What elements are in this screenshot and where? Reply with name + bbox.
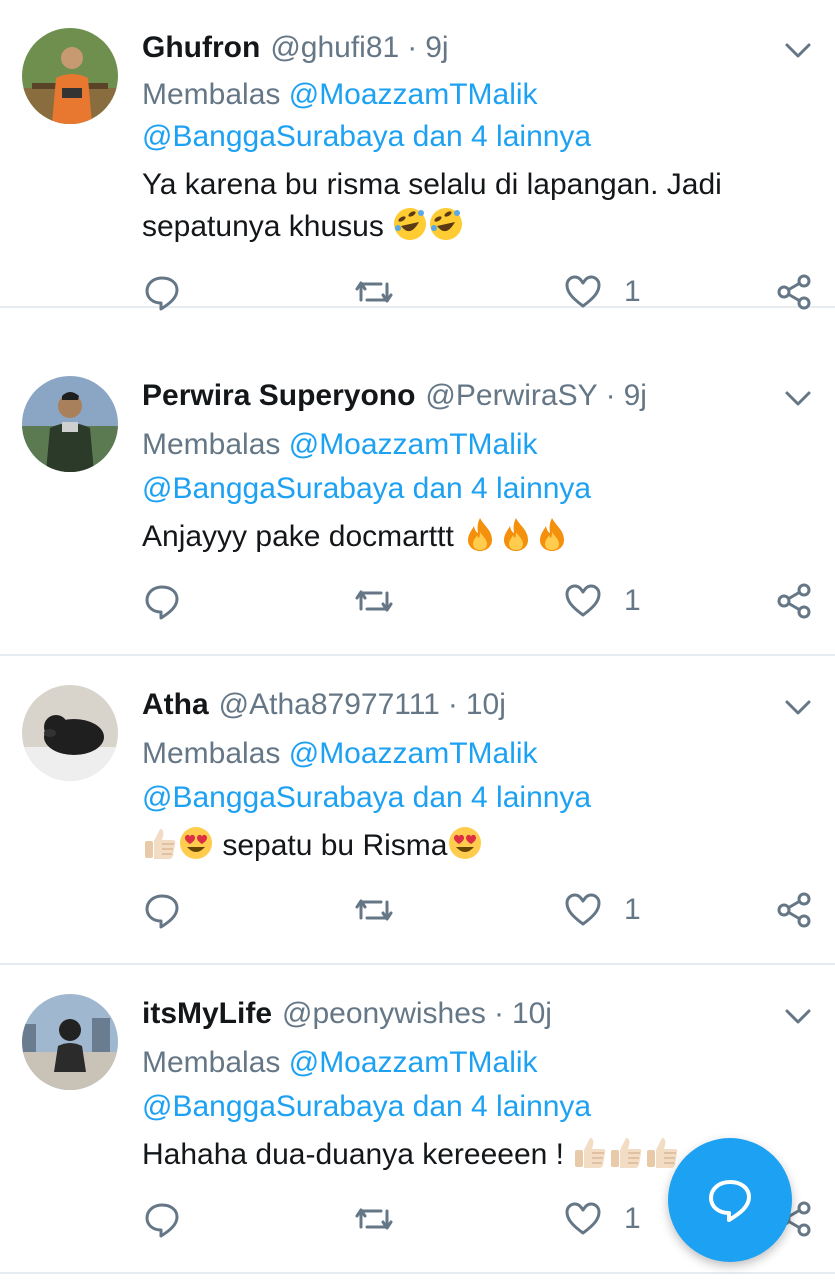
replying-to: Membalas @MoazzamTMalik [142,733,538,775]
timestamp[interactable]: 10j [466,688,506,721]
heart-icon[interactable] [564,1199,602,1239]
separator-dot: · [407,31,418,64]
tweet-actions: 1 [0,890,835,930]
user-handle[interactable]: @Atha87977111 [219,688,440,721]
separator-dot: · [605,379,616,412]
heart-eyes-emoji-icon [180,827,212,859]
share-icon[interactable] [776,581,812,621]
mention-others-link[interactable]: @BanggaSurabaya dan 4 lainnya [142,1090,591,1123]
tweet-text-line-1: Hahaha dua-duanya kereeeen ! [142,1138,564,1171]
display-name[interactable]: Ghufron [142,31,260,64]
tweet[interactable]: Ghufron @ghufi81 · 9j Membalas @MoazzamTMal… [0,0,835,311]
tweet-text: Anjayyy pake docmarttt [142,516,812,558]
retweet-icon[interactable] [354,1199,394,1239]
share-icon[interactable] [776,890,812,930]
reply-prefix: Membalas [142,737,281,770]
mention-link[interactable]: @MoazzamTMalik [289,428,538,461]
retweet-icon[interactable] [354,890,394,930]
mention-link[interactable]: @MoazzamTMalik [289,1046,538,1079]
reply-prefix: Membalas [142,78,281,111]
tweet-text-line-1: Anjayyy pake docmarttt [142,520,454,553]
timestamp[interactable]: 9j [425,31,448,64]
separator-dot: · [493,997,504,1030]
thumbs-up-emoji-icon [611,1138,642,1168]
thumbs-up-emoji-icon [647,1138,678,1168]
like-count: 1 [624,275,641,308]
user-handle[interactable]: @peonywishes [282,997,486,1030]
heart-eyes-emoji-icon [449,827,482,859]
tweet-header: itsMyLife @peonywishes · 10j [142,994,552,1034]
avatar[interactable] [22,28,118,124]
mention-link[interactable]: @MoazzamTMalik [289,737,538,770]
tweet-text-line: sepatunya khusus [142,206,812,248]
share-icon[interactable] [776,272,812,312]
replying-to-others: @BanggaSurabaya dan 4 lainnya [142,468,591,510]
tweet-header: Atha @Atha87977111 · 10j [142,685,506,725]
fire-emoji-icon [504,518,529,551]
replying-to-others: @BanggaSurabaya dan 4 lainnya [142,777,591,819]
replying-to: Membalas @MoazzamTMalik [142,74,538,116]
mention-others-link[interactable]: @BanggaSurabaya dan 4 lainnya [142,472,591,505]
display-name[interactable]: itsMyLife [142,997,272,1030]
display-name[interactable]: Atha [142,688,209,721]
like-count: 1 [624,1202,641,1235]
like-count: 1 [624,584,641,617]
reply-icon[interactable] [144,1199,180,1239]
compose-reply-icon [709,1180,751,1222]
user-handle[interactable]: @ghufi81 [270,31,399,64]
reply-prefix: Membalas [142,1046,281,1079]
replying-to: Membalas @MoazzamTMalik [142,1042,538,1084]
avatar[interactable] [22,376,118,472]
replying-to-others: @BanggaSurabaya dan 4 lainnya [142,1086,591,1128]
timestamp[interactable]: 9j [624,379,647,412]
compose-reply-button[interactable] [668,1138,792,1262]
reply-prefix: Membalas [142,428,281,461]
tweet-header: Perwira Superyono @PerwiraSY · 9j [142,376,647,416]
like-count: 1 [624,893,641,926]
tweet-actions: 1 [0,272,835,312]
chevron-down-icon[interactable] [782,1004,814,1028]
replying-to-others: @BanggaSurabaya dan 4 lainnya [142,116,591,158]
rofl-emoji-icon [394,208,427,240]
reply-icon[interactable] [144,890,180,930]
display-name[interactable]: Perwira Superyono [142,379,415,412]
timestamp[interactable]: 10j [512,997,552,1030]
thumbs-up-emoji-icon [575,1138,606,1168]
fire-emoji-icon [540,518,565,551]
tweet[interactable]: Perwira Superyono @PerwiraSY · 9j Membalas … [0,348,835,656]
heart-icon[interactable] [564,272,602,312]
tweet-text-line-2: sepatunya khusus [142,210,384,243]
user-handle[interactable]: @PerwiraSY [425,379,597,412]
replying-to: Membalas @MoazzamTMalik [142,424,538,466]
reply-icon[interactable] [144,581,180,621]
tweet-text-line: Anjayyy pake docmarttt [142,516,812,558]
tweet-text-line: Ya karena bu risma selalu di lapangan. J… [142,168,722,201]
thumbs-up-emoji-icon [145,829,176,859]
avatar[interactable] [22,994,118,1090]
mention-others-link[interactable]: @BanggaSurabaya dan 4 lainnya [142,781,591,814]
heart-icon[interactable] [564,890,602,930]
mention-others-link[interactable]: @BanggaSurabaya dan 4 lainnya [142,120,591,153]
mention-link[interactable]: @MoazzamTMalik [289,78,538,111]
tweet-text-line: sepatu bu Risma [142,825,812,867]
chevron-down-icon[interactable] [782,695,814,719]
tweet-text: sepatu bu Risma [142,825,812,867]
retweet-icon[interactable] [354,272,394,312]
chevron-down-icon[interactable] [782,38,814,62]
tweet[interactable]: Atha @Atha87977111 · 10j Membalas @MoazzamT… [0,657,835,965]
chevron-down-icon[interactable] [782,386,814,410]
reply-icon[interactable] [144,272,180,312]
tweet-header: Ghufron @ghufi81 · 9j [142,28,449,68]
tweet-text: Ya karena bu risma selalu di lapangan. J… [142,164,812,248]
avatar[interactable] [22,685,118,781]
fire-emoji-icon [468,518,493,551]
heart-icon[interactable] [564,581,602,621]
rofl-emoji-icon [430,208,463,240]
separator-dot: · [447,688,458,721]
retweet-icon[interactable] [354,581,394,621]
tweet-actions: 1 [0,581,835,621]
tweet-text-line-1: sepatu bu Risma [222,829,448,862]
